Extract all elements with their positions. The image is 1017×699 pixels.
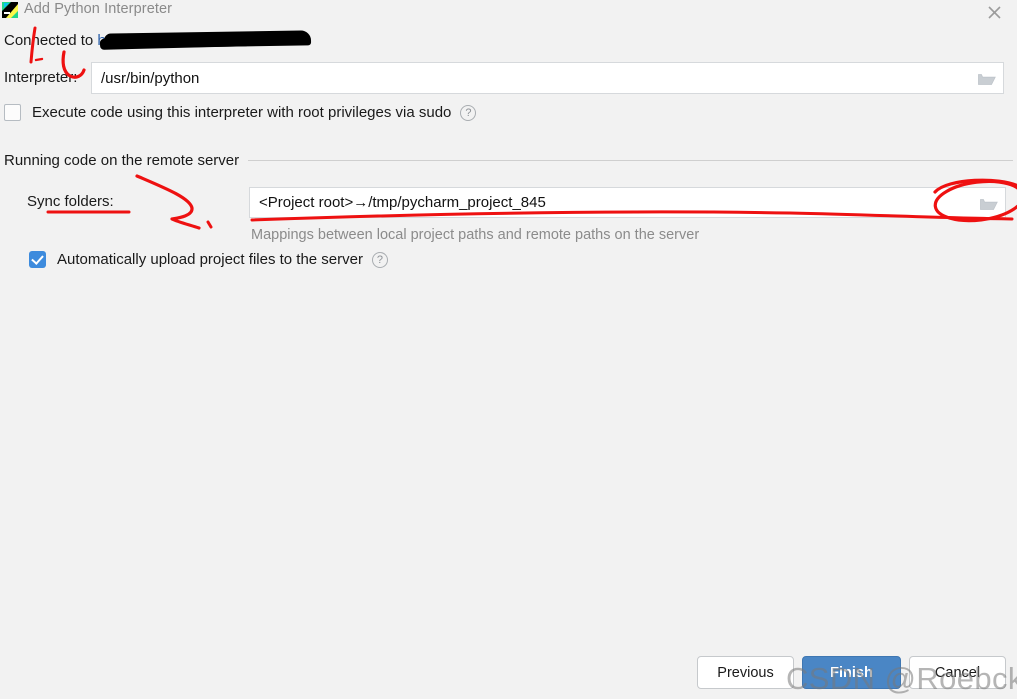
finish-button[interactable]: Finish <box>802 656 901 689</box>
sync-folders-label: Sync folders: <box>27 193 114 210</box>
auto-upload-checkbox[interactable] <box>29 251 46 268</box>
red-arrow-sync-dot <box>206 220 213 229</box>
red-tick-interpreter <box>34 57 44 62</box>
remote-section-header: Running code on the remote server <box>4 152 1013 169</box>
folder-icon[interactable] <box>972 64 1002 94</box>
black-redaction-hostname-secondary <box>99 35 251 50</box>
folder-icon[interactable] <box>974 189 1004 218</box>
connection-status-prefix: Connected to <box>4 32 94 49</box>
auto-upload-checkbox-label: Automatically upload project files to th… <box>57 251 363 268</box>
interpreter-value: /usr/bin/python <box>101 69 200 87</box>
question-mark-icon[interactable]: ? <box>371 251 388 268</box>
section-divider <box>248 160 1013 161</box>
remote-section-title: Running code on the remote server <box>4 152 240 169</box>
cancel-button[interactable]: Cancel <box>909 656 1006 689</box>
sync-folders-field[interactable]: <Project root>→/tmp/pycharm_project_845 <box>249 187 1006 218</box>
sync-folders-value: <Project root>→/tmp/pycharm_project_845 <box>259 194 546 211</box>
close-icon[interactable] <box>979 0 1009 24</box>
sudo-checkbox-row[interactable]: Execute code using this interpreter with… <box>4 104 477 121</box>
interpreter-field[interactable]: /usr/bin/python <box>91 62 1004 94</box>
previous-button[interactable]: Previous <box>697 656 794 689</box>
auto-upload-checkbox-row[interactable]: Automatically upload project files to th… <box>29 251 388 268</box>
title-bar: Add Python Interpreter <box>0 0 1017 22</box>
sync-folders-hint: Mappings between local project paths and… <box>251 227 700 243</box>
sudo-checkbox[interactable] <box>4 104 21 121</box>
pycharm-icon <box>2 2 18 18</box>
window-title: Add Python Interpreter <box>24 1 173 17</box>
connection-status: Connected to ha <box>4 32 114 49</box>
red-arrow-sync <box>135 174 201 230</box>
sudo-checkbox-label: Execute code using this interpreter with… <box>32 104 452 121</box>
question-mark-icon[interactable]: ? <box>460 104 477 121</box>
interpreter-label: Interpreter: <box>4 69 78 86</box>
